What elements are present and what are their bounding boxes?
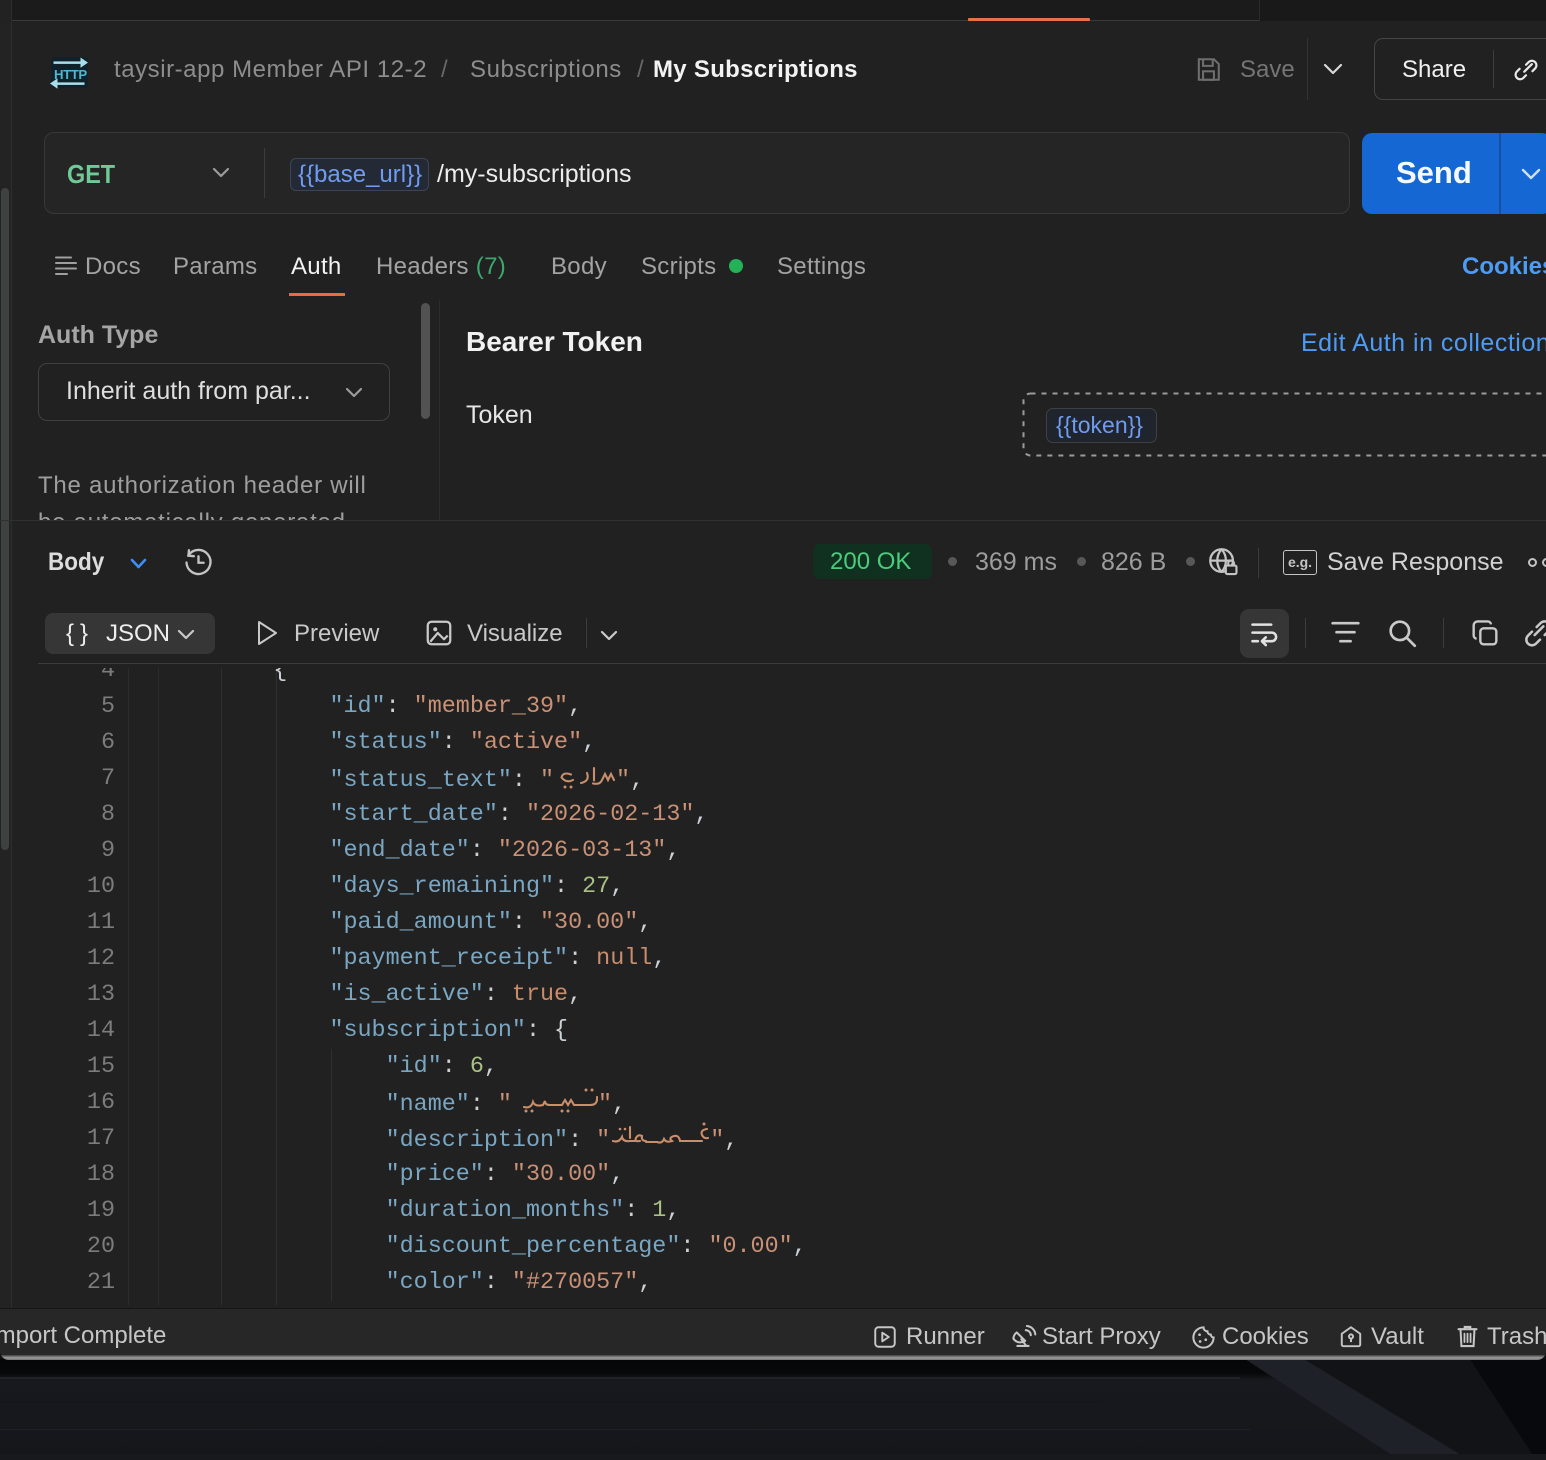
svg-text:HTTP: HTTP	[54, 67, 87, 82]
